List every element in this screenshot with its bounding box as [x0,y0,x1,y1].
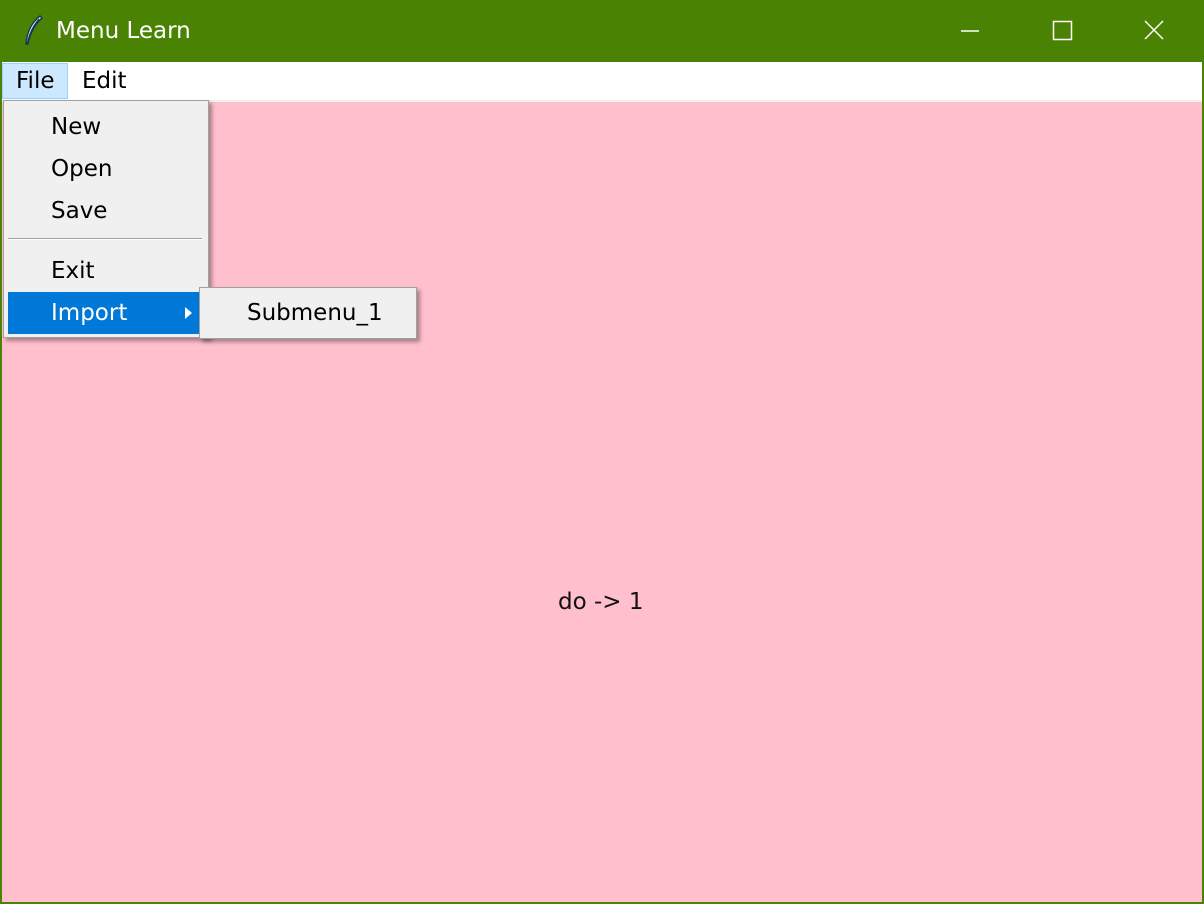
menu-item-open[interactable]: Open [8,148,204,190]
menu-separator [8,238,202,240]
window-title: Menu Learn [56,18,191,44]
close-icon [1144,20,1164,40]
menu-file[interactable]: File [2,63,68,99]
app-window: Menu Learn File Edit do -> 1 New Open Sa… [0,0,1204,904]
menu-item-save[interactable]: Save [8,190,204,232]
maximize-button[interactable] [1016,0,1108,62]
feather-icon [22,14,46,48]
menu-item-new[interactable]: New [8,106,204,148]
menu-edit[interactable]: Edit [82,63,142,99]
submenu-arrow-icon [185,307,192,319]
minimize-icon [961,30,979,32]
menu-item-import-label: Import [51,300,128,326]
submenu-item-submenu-1[interactable]: Submenu_1 [204,292,412,334]
title-bar[interactable]: Menu Learn [0,0,1204,62]
minimize-button[interactable] [924,0,1016,62]
maximize-icon [1052,20,1073,41]
file-menu-dropdown: New Open Save Exit Import [3,100,209,338]
menu-item-import[interactable]: Import [8,292,204,334]
import-submenu: Submenu_1 [199,287,417,339]
menu-bar: File Edit [2,62,1202,100]
menu-item-exit[interactable]: Exit [8,250,204,292]
status-label: do -> 1 [558,589,644,615]
close-button[interactable] [1108,0,1200,62]
